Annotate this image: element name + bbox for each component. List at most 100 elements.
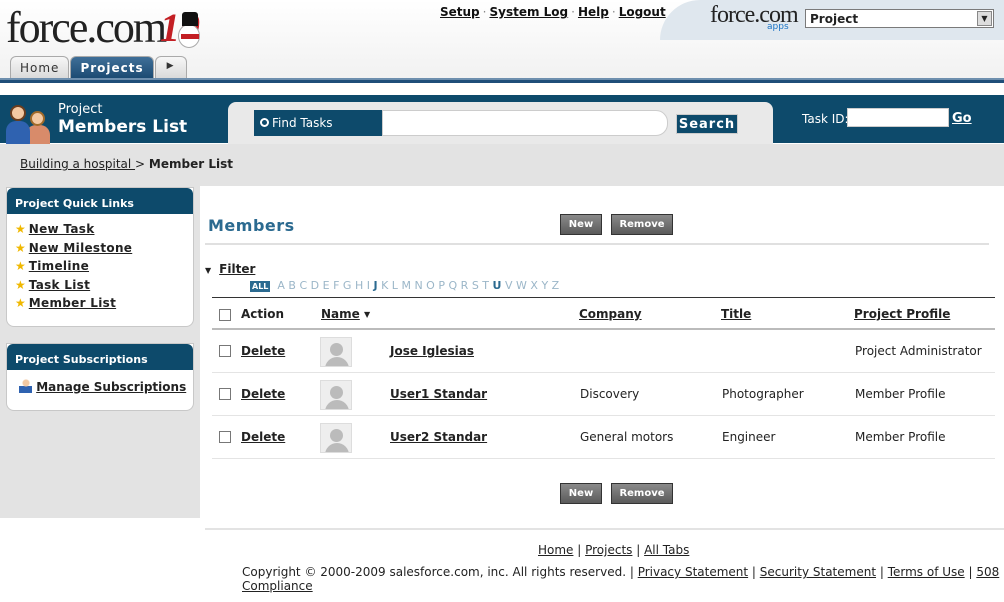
alpha-letter-q[interactable]: Q [448, 279, 457, 292]
breadcrumb-separator: > [135, 157, 146, 171]
alpha-letter-x[interactable]: X [530, 279, 538, 292]
help-link[interactable]: Help [578, 5, 609, 19]
profile-cell: Member Profile [855, 430, 946, 444]
row-checkbox[interactable] [219, 345, 231, 357]
star-icon: ★ [15, 222, 26, 236]
avatar [320, 337, 352, 367]
alpha-letter-y[interactable]: Y [541, 279, 548, 292]
quick-link-item: ★ New Task [15, 222, 193, 241]
member-name-link[interactable]: User2 Standar [390, 430, 487, 444]
row-checkbox[interactable] [219, 388, 231, 400]
terms-link[interactable]: Terms of Use [888, 565, 965, 579]
alpha-letter-u[interactable]: U [493, 279, 502, 292]
member-name-link[interactable]: User1 Standar [390, 387, 487, 401]
col-title[interactable]: Title [721, 307, 751, 321]
more-tabs-icon[interactable]: ▶ [154, 56, 187, 78]
filter-toggle[interactable]: ▼ Filter [205, 262, 255, 276]
system-log-link[interactable]: System Log [489, 5, 568, 19]
timeline-link[interactable]: Timeline [29, 259, 89, 273]
row-checkbox[interactable] [219, 431, 231, 443]
alpha-letter-h[interactable]: H [355, 279, 363, 292]
task-id-input[interactable] [847, 108, 949, 127]
privacy-link[interactable]: Privacy Statement [638, 565, 748, 579]
col-profile[interactable]: Project Profile [854, 307, 950, 321]
alpha-letter-e[interactable]: E [323, 279, 330, 292]
alpha-letter-c[interactable]: C [299, 279, 307, 292]
footer-links: Home | Projects | All Tabs [538, 543, 690, 557]
new-task-link[interactable]: New Task [29, 222, 95, 236]
alpha-letter-n[interactable]: N [414, 279, 422, 292]
new-button-bottom[interactable]: New [560, 483, 602, 504]
new-button-top[interactable]: New [560, 214, 602, 235]
profile-cell: Member Profile [855, 387, 946, 401]
footer-projects-link[interactable]: Projects [585, 543, 632, 557]
app-selector-value: Project [810, 12, 859, 26]
subscriptions-user-icon [19, 379, 32, 393]
manage-subscriptions-link[interactable]: Manage Subscriptions [36, 380, 186, 394]
member-list-link[interactable]: Member List [29, 296, 116, 310]
copyright: Copyright © 2000-2009 salesforce.com, in… [242, 565, 1000, 593]
members-title: Members [208, 216, 295, 235]
search-icon [260, 118, 269, 127]
alpha-letter-r[interactable]: R [461, 279, 469, 292]
delete-link[interactable]: Delete [241, 387, 285, 401]
alpha-letter-k[interactable]: K [381, 279, 388, 292]
footer-all-tabs-link[interactable]: All Tabs [644, 543, 689, 557]
quick-link-item: ★ Task List [15, 278, 193, 297]
footer-home-link[interactable]: Home [538, 543, 573, 557]
alpha-letter-p[interactable]: P [438, 279, 445, 292]
setup-link[interactable]: Setup [440, 5, 480, 19]
star-icon: ★ [15, 296, 26, 310]
copyright-text: Copyright © 2000-2009 salesforce.com, in… [242, 565, 627, 579]
security-link[interactable]: Security Statement [760, 565, 876, 579]
select-all-checkbox[interactable] [219, 309, 231, 321]
quick-link-item: ★ New Milestone [15, 241, 193, 260]
alpha-letter-a[interactable]: A [277, 279, 285, 292]
delete-link[interactable]: Delete [241, 430, 285, 444]
page-subtitle: Project [58, 102, 103, 117]
alpha-letter-t[interactable]: T [482, 279, 489, 292]
alpha-letter-z[interactable]: Z [552, 279, 560, 292]
page-title: Members List [58, 117, 188, 137]
alpha-letter-o[interactable]: O [426, 279, 435, 292]
new-milestone-link[interactable]: New Milestone [29, 241, 132, 255]
sort-desc-icon: ▼ [363, 310, 371, 319]
alpha-letter-d[interactable]: D [311, 279, 319, 292]
alpha-letter-w[interactable]: W [516, 279, 527, 292]
star-icon: ★ [15, 277, 26, 292]
alpha-letter-b[interactable]: B [288, 279, 296, 292]
col-name[interactable]: Name ▼ [321, 307, 370, 321]
remove-button-top[interactable]: Remove [611, 214, 673, 235]
dropdown-arrow-icon: ▼ [977, 11, 992, 26]
app-selector[interactable]: Project ▼ [805, 9, 994, 28]
filter-link[interactable]: Filter [219, 262, 255, 276]
member-name-link[interactable]: Jose Iglesias [390, 344, 474, 358]
quick-link-item: ★ Timeline [15, 259, 193, 278]
tab-projects[interactable]: Projects [70, 56, 154, 78]
alpha-letter-v[interactable]: V [505, 279, 513, 292]
star-icon: ★ [15, 240, 26, 255]
alpha-letter-m[interactable]: M [401, 279, 411, 292]
task-list-link[interactable]: Task List [29, 278, 90, 292]
alpha-letter-j[interactable]: J [373, 279, 377, 292]
search-button[interactable]: Search [676, 114, 738, 134]
alpha-letter-f[interactable]: F [333, 279, 339, 292]
title-divider [205, 243, 989, 245]
search-input[interactable] [382, 110, 668, 136]
alpha-letter-l[interactable]: L [392, 279, 398, 292]
alpha-all[interactable]: ALL [250, 281, 271, 292]
alpha-letter-s[interactable]: S [472, 279, 479, 292]
alpha-letter-i[interactable]: I [367, 279, 370, 292]
remove-button-bottom[interactable]: Remove [611, 483, 673, 504]
col-company[interactable]: Company [579, 307, 642, 321]
tab-home[interactable]: Home [10, 56, 70, 78]
header-divider [0, 78, 1004, 83]
breadcrumb-parent-link[interactable]: Building a hospital [20, 157, 135, 171]
alpha-letter-g[interactable]: G [343, 279, 352, 292]
logout-link[interactable]: Logout [619, 5, 666, 19]
delete-link[interactable]: Delete [241, 344, 285, 358]
company-cell: Discovery [580, 387, 640, 401]
go-button[interactable]: Go [952, 111, 972, 126]
people-icon [6, 103, 52, 147]
task-id-label: Task ID: [802, 112, 849, 126]
